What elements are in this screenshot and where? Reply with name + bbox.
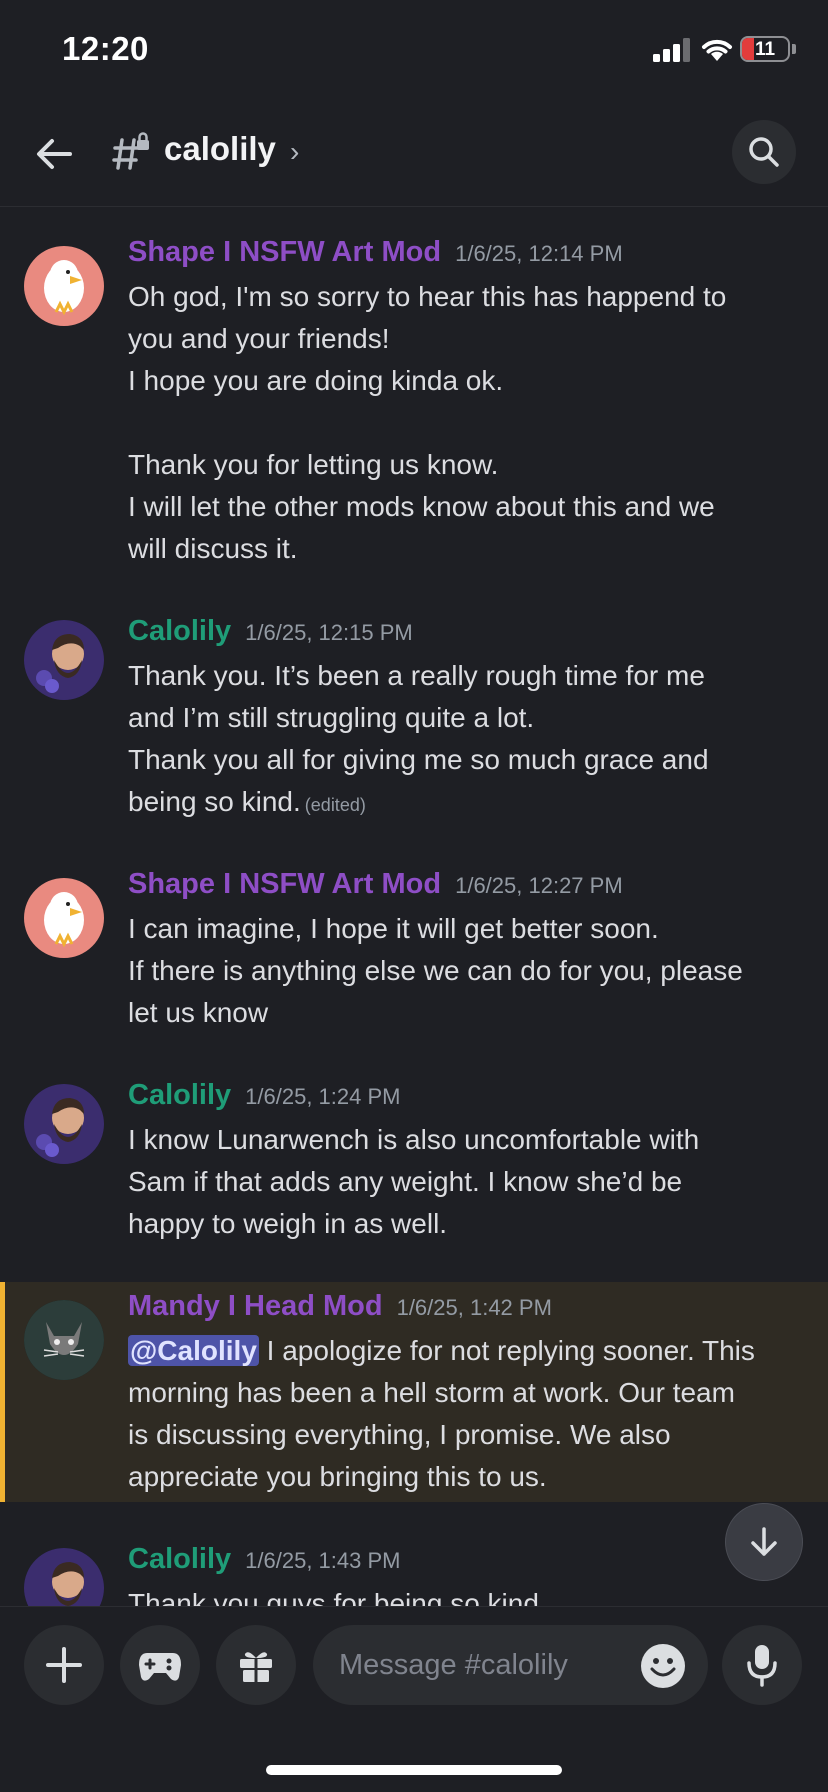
avatar[interactable] bbox=[24, 1084, 104, 1164]
locked-channel-icon bbox=[112, 132, 149, 170]
message-line: and I’m still struggling quite a lot. bbox=[128, 702, 535, 733]
chevron-right-icon[interactable]: › bbox=[290, 136, 299, 168]
message: Shape I NSFW Art Mod 1/6/25, 12:27 PM I c… bbox=[0, 868, 828, 1048]
author-name[interactable]: Shape I NSFW Art Mod bbox=[128, 868, 441, 900]
channel-header: calolily › bbox=[0, 100, 828, 207]
eagle-avatar-icon bbox=[44, 260, 84, 316]
message-line: Sam if that adds any weight. I know she’… bbox=[128, 1166, 683, 1197]
user-avatar-icon bbox=[24, 1548, 104, 1606]
message-line: I will let the other mods know about thi… bbox=[128, 491, 715, 522]
microphone-icon bbox=[747, 1645, 777, 1687]
message-line: I know Lunarwench is also uncomfortable … bbox=[128, 1124, 700, 1155]
message-content: I can imagine, I hope it will get better… bbox=[128, 908, 808, 1034]
message-line bbox=[128, 402, 808, 444]
status-time: 12:20 bbox=[62, 30, 149, 67]
user-mention[interactable]: @Calolily bbox=[128, 1335, 259, 1366]
avatar[interactable] bbox=[24, 1548, 104, 1606]
plus-icon bbox=[46, 1647, 82, 1683]
avatar[interactable] bbox=[24, 620, 104, 700]
timestamp: 1/6/25, 1:24 PM bbox=[245, 1084, 401, 1109]
gift-icon bbox=[240, 1652, 272, 1682]
message-line: Thank you all for giving me so much grac… bbox=[128, 744, 709, 775]
message-line: being so kind. bbox=[128, 786, 301, 817]
search-icon bbox=[749, 137, 779, 167]
battery-icon: 11 bbox=[740, 36, 790, 62]
message: Calolily 1/6/25, 1:43 PM Thank you guys f… bbox=[0, 1543, 828, 1606]
eagle-avatar-icon bbox=[44, 892, 84, 948]
message-line: appreciate you bringing this to us. bbox=[128, 1461, 547, 1492]
gift-button[interactable] bbox=[216, 1625, 296, 1705]
avatar[interactable] bbox=[24, 1300, 104, 1380]
author-name[interactable]: Shape I NSFW Art Mod bbox=[128, 236, 441, 268]
emoji-icon[interactable] bbox=[640, 1643, 686, 1689]
author-name[interactable]: Calolily bbox=[128, 1079, 231, 1111]
message-line: morning has been a hell storm at work. O… bbox=[128, 1377, 735, 1408]
message-line: will discuss it. bbox=[128, 533, 298, 564]
activities-button[interactable] bbox=[120, 1625, 200, 1705]
edited-label: (edited) bbox=[304, 795, 366, 815]
avatar[interactable] bbox=[24, 878, 104, 958]
gamepad-icon bbox=[139, 1653, 181, 1681]
message-line: let us know bbox=[128, 997, 269, 1028]
timestamp: 1/6/25, 12:27 PM bbox=[455, 873, 623, 898]
timestamp: 1/6/25, 12:14 PM bbox=[455, 241, 623, 266]
message-line: Thank you for letting us know. bbox=[128, 449, 499, 480]
message-line: If there is anything else we can do for … bbox=[128, 955, 743, 986]
back-arrow-icon[interactable] bbox=[30, 128, 82, 180]
search-button[interactable] bbox=[732, 120, 796, 184]
scroll-to-bottom-button[interactable] bbox=[725, 1503, 803, 1581]
avatar[interactable] bbox=[24, 246, 104, 326]
message-content: Thank you. It’s been a really rough time… bbox=[128, 655, 808, 826]
arrow-down-icon bbox=[751, 1527, 777, 1556]
message-content: Oh god, I'm so sorry to hear this has ha… bbox=[128, 276, 808, 570]
wifi-icon bbox=[702, 39, 732, 61]
add-attachment-button[interactable] bbox=[24, 1625, 104, 1705]
message-list[interactable]: Shape I NSFW Art Mod 1/6/25, 12:14 PM Oh … bbox=[0, 208, 828, 1606]
channel-title[interactable]: calolily bbox=[164, 130, 276, 168]
status-bar: 12:20 11 bbox=[0, 0, 828, 100]
cat-avatar-icon bbox=[24, 1300, 104, 1380]
cellular-signal-icon bbox=[653, 38, 690, 62]
message-line: Thank you guys for being so kind bbox=[128, 1588, 539, 1606]
message-line: is discussing everything, I promise. We … bbox=[128, 1419, 671, 1450]
message: Calolily 1/6/25, 1:24 PM I know Lunarwenc… bbox=[0, 1079, 828, 1259]
author-name[interactable]: Calolily bbox=[128, 1543, 231, 1575]
message-line: I hope you are doing kinda ok. bbox=[128, 365, 504, 396]
home-indicator bbox=[266, 1765, 562, 1775]
timestamp: 1/6/25, 12:15 PM bbox=[245, 620, 413, 645]
message: Shape I NSFW Art Mod 1/6/25, 12:14 PM Oh … bbox=[0, 236, 828, 576]
message-content: I know Lunarwench is also uncomfortable … bbox=[128, 1119, 808, 1245]
message-content: Thank you guys for being so kind bbox=[128, 1583, 808, 1606]
message-line: happy to weigh in as well. bbox=[128, 1208, 448, 1239]
timestamp: 1/6/25, 1:42 PM bbox=[396, 1295, 552, 1320]
author-name[interactable]: Mandy I Head Mod bbox=[128, 1290, 383, 1322]
author-name[interactable]: Calolily bbox=[128, 615, 231, 647]
message: Calolily 1/6/25, 12:15 PM Thank you. It’s… bbox=[0, 615, 828, 835]
battery-level: 11 bbox=[754, 39, 776, 60]
voice-message-button[interactable] bbox=[722, 1625, 802, 1705]
user-avatar-icon bbox=[24, 620, 104, 700]
message-line: you and your friends! bbox=[128, 323, 390, 354]
message-line: I can imagine, I hope it will get better… bbox=[128, 913, 659, 944]
message: Mandy I Head Mod 1/6/25, 1:42 PM @Calolil… bbox=[0, 1290, 828, 1500]
user-avatar-icon bbox=[24, 1084, 104, 1164]
message-line: Thank you. It’s been a really rough time… bbox=[128, 660, 705, 691]
message-line: Oh god, I'm so sorry to hear this has ha… bbox=[128, 281, 727, 312]
message-line: I apologize for not replying sooner. Thi… bbox=[258, 1335, 755, 1366]
message-content: @Calolily I apologize for not replying s… bbox=[128, 1330, 808, 1498]
timestamp: 1/6/25, 1:43 PM bbox=[245, 1548, 401, 1573]
